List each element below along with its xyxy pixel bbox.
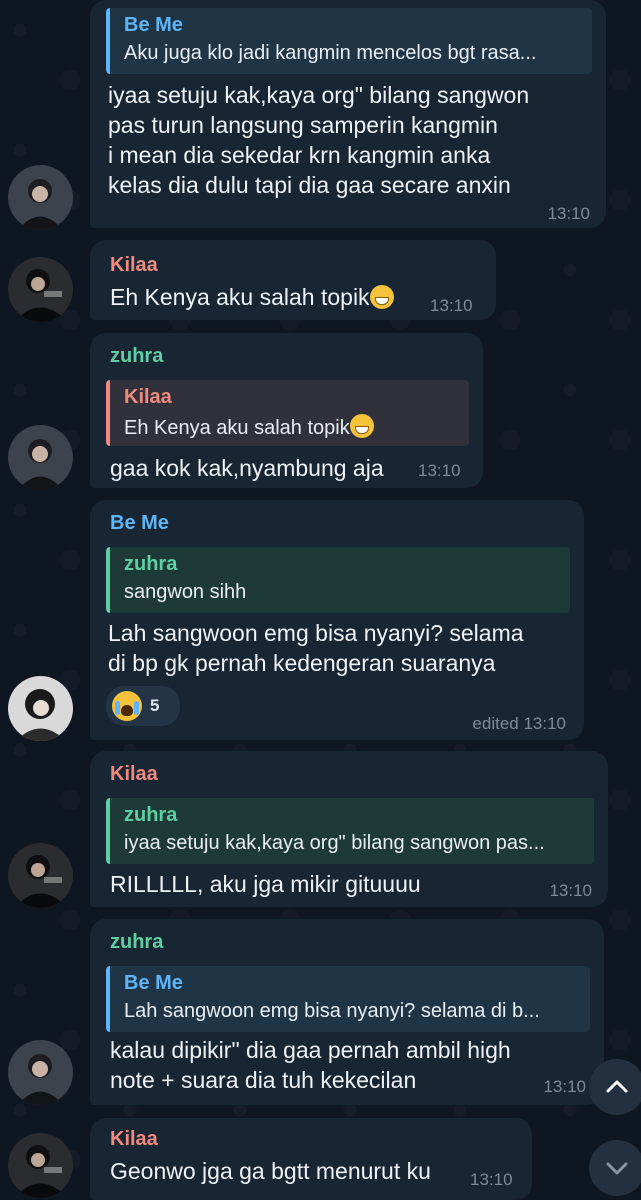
crying-face-icon <box>112 691 142 721</box>
avatar-zuhra[interactable] <box>8 165 73 230</box>
message-time: 13:10 <box>418 461 461 480</box>
scroll-up-button[interactable] <box>589 1059 641 1115</box>
message-line: gaa kok kak,nyambung aja <box>110 455 384 481</box>
message-bubble[interactable]: Kilaa zuhra iyaa setuju kak,kaya org" bi… <box>90 751 608 907</box>
grinning-emoji-icon <box>349 414 374 438</box>
message-time: 13:10 <box>543 1077 586 1096</box>
reply-quote[interactable]: Be Me Aku juga klo jadi kangmin mencelos… <box>106 8 592 74</box>
sender-name[interactable]: Be Me <box>110 512 169 535</box>
message-bubble[interactable]: Kilaa Geonwo jga ga bgtt menurut ku 13:1… <box>90 1118 532 1200</box>
message-line: di bp gk pernah kedengeran suaranya <box>108 650 496 676</box>
reaction-count: 5 <box>150 696 160 715</box>
quote-sender: zuhra <box>124 804 178 826</box>
avatar-kilaa[interactable] <box>8 843 73 908</box>
quote-text: Lah sangwoon emg bisa nyanyi? selama di … <box>124 1000 540 1022</box>
message-time: edited 13:10 <box>472 714 566 733</box>
grinning-emoji-icon <box>369 285 394 309</box>
message-line: Geonwo jga ga bgtt menurut ku <box>110 1158 431 1184</box>
reply-quote[interactable]: zuhra sangwon sihh <box>106 547 570 613</box>
quote-sender: zuhra <box>124 553 178 575</box>
sender-name[interactable]: Kilaa <box>110 763 158 786</box>
message-line: kelas dia dulu tapi dia gaa secare anxin <box>108 172 511 198</box>
message-bubble[interactable]: Kilaa Eh Kenya aku salah topik 13:10 <box>90 240 496 320</box>
chevron-up-icon <box>606 1080 628 1093</box>
message-line: pas turun langsung samperin kangmin <box>108 112 498 138</box>
quote-text: iyaa setuju kak,kaya org" bilang sangwon… <box>124 832 545 854</box>
avatar-kilaa[interactable] <box>8 1133 73 1198</box>
message-bubble[interactable]: Be Me Aku juga klo jadi kangmin mencelos… <box>90 0 606 228</box>
quote-sender: Kilaa <box>124 386 172 408</box>
message-line: Eh Kenya aku salah topik <box>110 282 394 313</box>
reply-quote[interactable]: Kilaa Eh Kenya aku salah topik <box>106 380 469 446</box>
message-line: kalau dipikir" dia gaa pernah ambil high <box>110 1037 511 1063</box>
message-line: iyaa setuju kak,kaya org" bilang sangwon <box>108 82 530 108</box>
sender-name[interactable]: zuhra <box>110 931 163 954</box>
avatar-kilaa[interactable] <box>8 257 73 322</box>
quote-sender: Be Me <box>124 972 183 994</box>
quote-text: Aku juga klo jadi kangmin mencelos bgt r… <box>124 42 537 64</box>
reply-quote[interactable]: zuhra iyaa setuju kak,kaya org" bilang s… <box>106 798 594 864</box>
reply-quote[interactable]: Be Me Lah sangwoon emg bisa nyanyi? sela… <box>106 966 590 1032</box>
message-bubble[interactable]: zuhra Kilaa Eh Kenya aku salah topik gaa… <box>90 333 483 488</box>
scroll-down-button[interactable] <box>589 1140 641 1196</box>
avatar-zuhra[interactable] <box>8 425 73 490</box>
message-line: i mean dia sekedar krn kangmin anka <box>108 142 491 168</box>
quote-sender: Be Me <box>124 14 183 36</box>
message-time: 13:10 <box>549 881 592 900</box>
message-line: RILLLLL, aku jga mikir gituuuu <box>110 871 421 897</box>
sender-name[interactable]: zuhra <box>110 345 163 368</box>
message-line: Lah sangwoon emg bisa nyanyi? selama <box>108 620 524 646</box>
message-line: note + suara dia tuh kekecilan <box>110 1067 417 1093</box>
message-bubble[interactable]: zuhra Be Me Lah sangwoon emg bisa nyanyi… <box>90 919 604 1105</box>
message-time: 13:10 <box>470 1170 513 1189</box>
avatar-zuhra[interactable] <box>8 1040 73 1105</box>
quote-text: sangwon sihh <box>124 581 247 603</box>
message-time: 13:10 <box>430 296 473 315</box>
message-time: 13:10 <box>547 204 590 223</box>
avatar-be-me[interactable] <box>8 676 73 741</box>
chevron-down-icon <box>606 1162 628 1175</box>
quote-text: Eh Kenya aku salah topik <box>124 414 374 440</box>
reaction-chip[interactable]: 5 <box>106 686 180 726</box>
sender-name[interactable]: Kilaa <box>110 1128 158 1151</box>
message-text: Eh Kenya aku salah topik <box>110 284 370 310</box>
message-bubble[interactable]: Be Me zuhra sangwon sihh Lah sangwoon em… <box>90 500 584 740</box>
sender-name[interactable]: Kilaa <box>110 254 158 277</box>
